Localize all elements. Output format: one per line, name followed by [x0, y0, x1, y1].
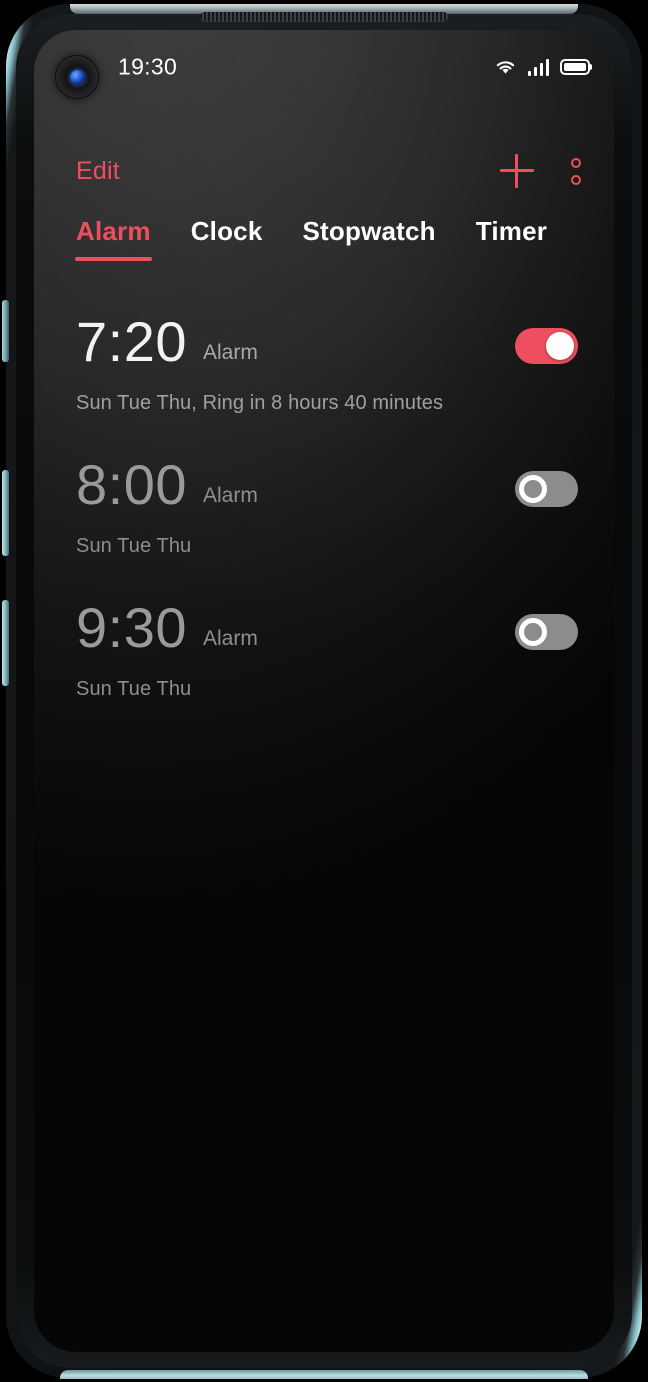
- alarm-label: Alarm: [203, 627, 258, 650]
- power-button[interactable]: [2, 300, 9, 362]
- earpiece-speaker: [200, 12, 448, 21]
- alarm-label: Alarm: [203, 341, 258, 364]
- status-bar-clock: 19:30: [118, 53, 178, 80]
- alarm-primary-line: 8:00 Alarm: [76, 457, 578, 513]
- tab-stopwatch[interactable]: Stopwatch: [301, 212, 438, 261]
- tab-label: Timer: [475, 216, 548, 246]
- status-bar: 19:30: [34, 30, 614, 104]
- app-action-bar: Edit: [34, 138, 614, 204]
- toggle-knob: [519, 475, 547, 503]
- wifi-icon: [496, 61, 514, 74]
- battery-fill: [564, 63, 586, 71]
- add-alarm-icon[interactable]: [500, 154, 534, 188]
- phone-device: 19:30 Edit Alarm Clock Stopwatch Timer 7…: [0, 0, 648, 1382]
- tab-label: Stopwatch: [302, 216, 436, 246]
- alarm-time: 8:00: [76, 453, 187, 516]
- front-camera-icon: [56, 56, 98, 98]
- phone-bottom-antenna-band: [60, 1370, 588, 1379]
- alarm-time: 9:30: [76, 596, 187, 659]
- cellular-signal-icon: [527, 58, 549, 76]
- battery-full-icon: [560, 59, 590, 75]
- alarm-schedule-text: Sun Tue Thu: [76, 678, 192, 700]
- tab-alarm[interactable]: Alarm: [74, 212, 153, 261]
- more-options-icon[interactable]: [564, 154, 588, 188]
- volume-up-button[interactable]: [2, 470, 9, 556]
- toggle-knob: [519, 618, 547, 646]
- alarm-list-item[interactable]: 8:00 Alarm Sun Tue Thu: [34, 435, 614, 578]
- alarm-label: Alarm: [203, 484, 258, 507]
- alarm-list-item[interactable]: 9:30 Alarm Sun Tue Thu: [34, 578, 614, 721]
- tab-bar: Alarm Clock Stopwatch Timer: [34, 212, 614, 282]
- alarm-primary-line: 9:30 Alarm: [76, 600, 578, 656]
- alarm-time: 7:20: [76, 310, 187, 373]
- volume-down-button[interactable]: [2, 600, 9, 686]
- alarm-toggle[interactable]: [515, 614, 578, 650]
- alarm-primary-line: 7:20 Alarm: [76, 314, 578, 370]
- tab-label: Alarm: [76, 216, 151, 246]
- edit-button[interactable]: Edit: [76, 157, 120, 186]
- more-dot: [571, 157, 581, 168]
- alarm-list-item[interactable]: 7:20 Alarm Sun Tue Thu, Ring in 8 hours …: [34, 292, 614, 435]
- phone-screen: 19:30 Edit Alarm Clock Stopwatch Timer 7…: [34, 30, 614, 1352]
- more-dot: [571, 174, 581, 185]
- tab-clock[interactable]: Clock: [189, 212, 265, 261]
- alarm-schedule-text: Sun Tue Thu: [76, 535, 192, 557]
- camera-lens: [69, 69, 85, 85]
- toggle-knob: [546, 332, 574, 360]
- alarm-toggle[interactable]: [515, 328, 578, 364]
- tab-label: Clock: [190, 216, 263, 246]
- tab-timer[interactable]: Timer: [474, 212, 549, 261]
- alarm-list: 7:20 Alarm Sun Tue Thu, Ring in 8 hours …: [34, 292, 614, 1352]
- tab-active-indicator: [75, 257, 152, 261]
- alarm-schedule-text: Sun Tue Thu, Ring in 8 hours 40 minutes: [76, 392, 444, 414]
- alarm-toggle[interactable]: [515, 471, 578, 507]
- status-bar-icons: [494, 58, 590, 76]
- action-bar-right-group: [500, 154, 588, 188]
